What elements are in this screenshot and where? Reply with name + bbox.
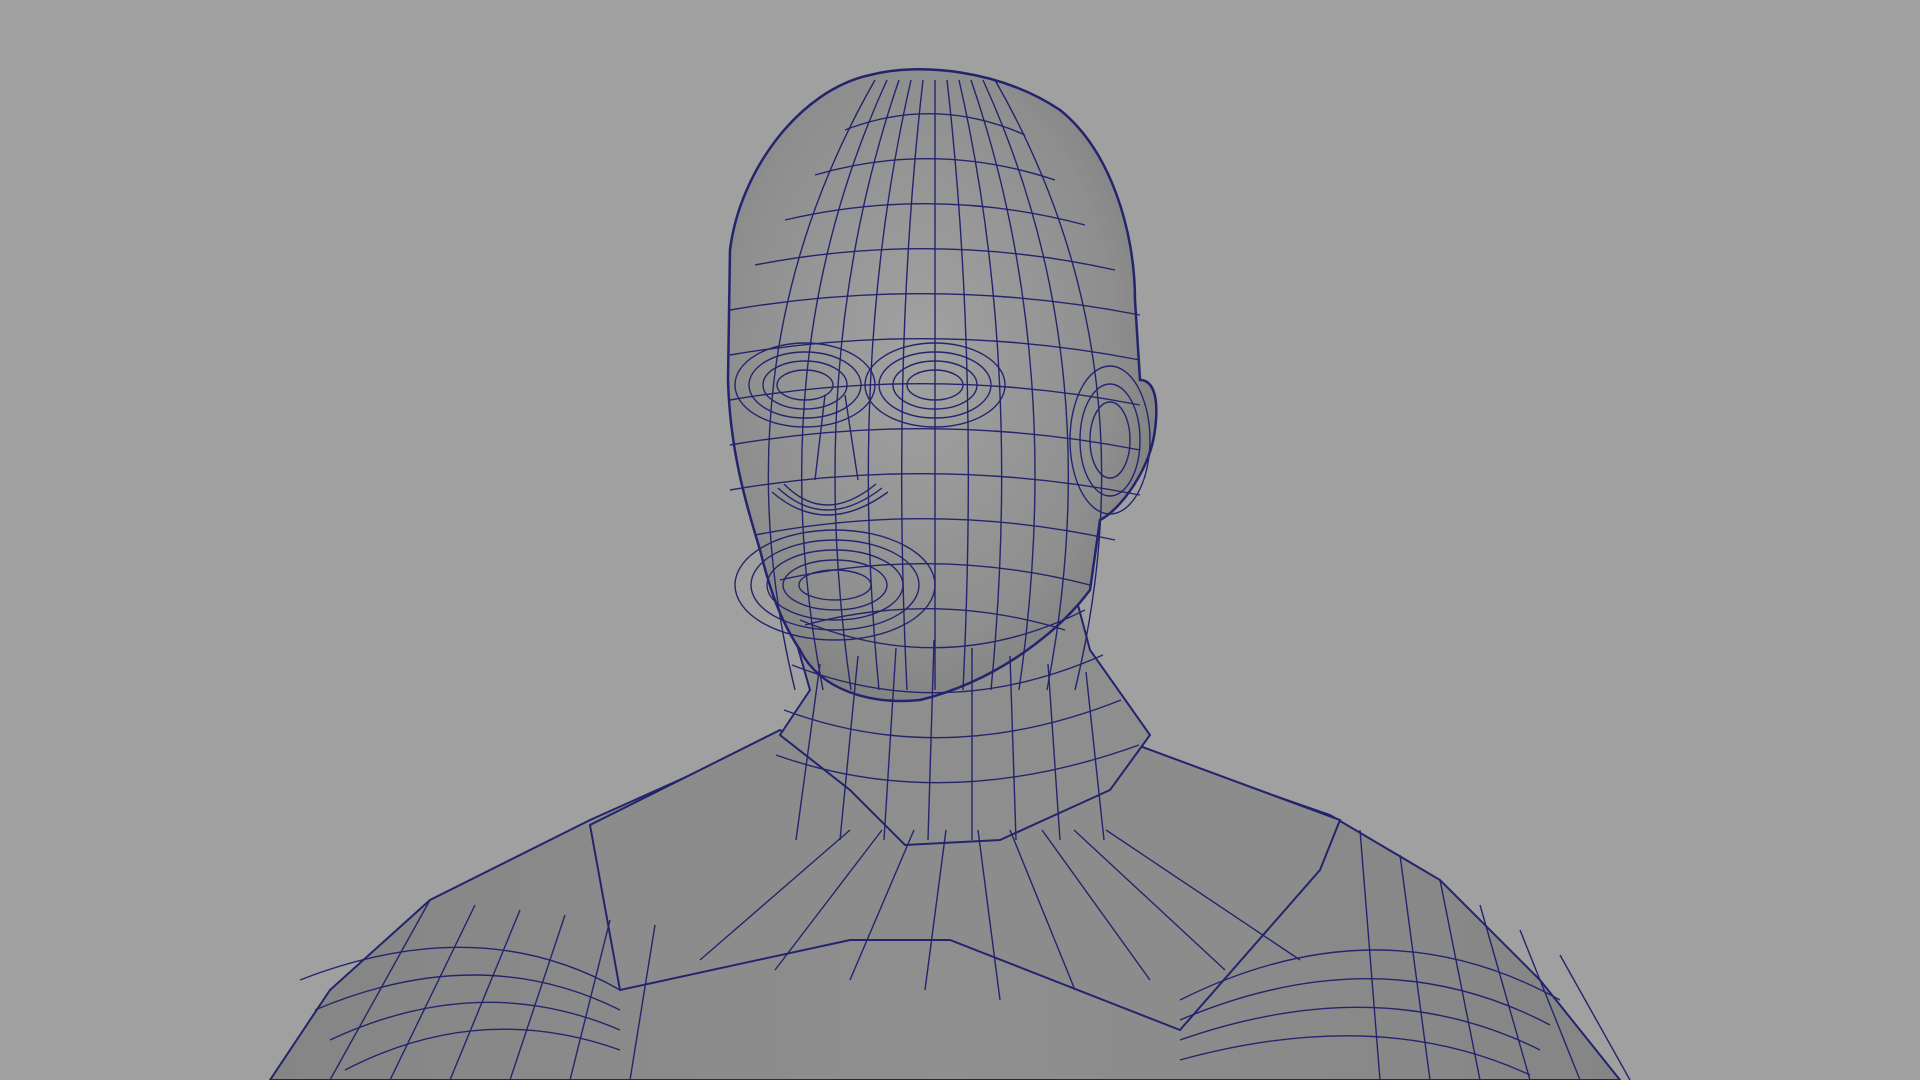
- wireframe-model: [268, 68, 1631, 1080]
- 3d-viewport[interactable]: [0, 0, 1920, 1080]
